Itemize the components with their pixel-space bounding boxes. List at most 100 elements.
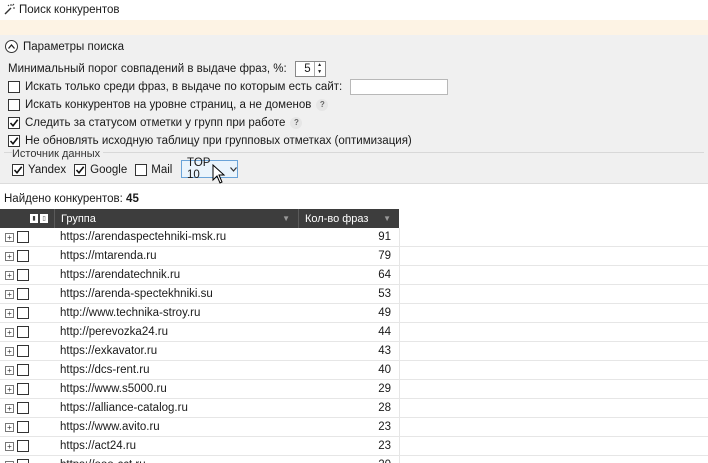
row-checkbox[interactable] — [17, 326, 29, 338]
chevron-down-icon[interactable] — [230, 163, 237, 175]
table-row[interactable]: + https://alliance-catalog.ru 28 — [0, 398, 708, 418]
column-group[interactable]: Группа ▼ — [54, 209, 298, 228]
row-controls: + — [0, 440, 54, 452]
row-url: https://arendaspectehniki-msk.ru — [60, 231, 227, 243]
row-count: 23 — [378, 421, 391, 433]
table-row[interactable]: +https://ooo-cct.ru20 — [0, 455, 708, 463]
row-checkbox[interactable] — [17, 288, 29, 300]
expand-icon[interactable]: + — [5, 308, 14, 318]
table-row[interactable]: + https://arendatechnik.ru 64 — [0, 265, 708, 285]
row-checkbox[interactable] — [17, 383, 29, 395]
window-title: Поиск конкурентов — [19, 4, 120, 16]
min-threshold-label: Минимальный порог совпадений в выдаче фр… — [8, 62, 287, 75]
row-controls: + — [0, 326, 54, 338]
collapse-all-icon[interactable]: ▯ — [40, 214, 48, 223]
mail-checkbox[interactable] — [135, 163, 148, 176]
expand-icon[interactable]: + — [5, 384, 14, 394]
source-option-mail[interactable]: Mail — [135, 163, 172, 176]
search-params-panel: Параметры поиска Минимальный порог совпа… — [0, 35, 708, 184]
row-empty-area — [399, 284, 708, 304]
table-row[interactable]: + https://act24.ru 23 — [0, 436, 708, 456]
help-icon[interactable]: ? — [290, 116, 303, 129]
row-url: https://exkavator.ru — [60, 345, 158, 357]
row-url: https://alliance-catalog.ru — [60, 402, 188, 414]
table-row[interactable]: + https://arendaspectehniki-msk.ru 91 — [0, 227, 708, 247]
help-icon[interactable]: ? — [316, 98, 329, 111]
row-checkbox[interactable] — [17, 421, 29, 433]
expand-icon[interactable]: + — [5, 232, 14, 242]
row-checkbox[interactable] — [17, 307, 29, 319]
table-row[interactable]: + http://perevozka24.ru 44 — [0, 322, 708, 342]
stepper-down-icon[interactable]: ▼ — [315, 69, 325, 76]
expand-icon[interactable]: + — [5, 270, 14, 280]
row-url: https://www.avito.ru — [60, 421, 160, 433]
row-checkbox[interactable] — [17, 231, 29, 243]
min-threshold-row: Минимальный порог совпадений в выдаче фр… — [8, 60, 326, 77]
header-toggle-icons[interactable]: ▮ ▯ — [0, 214, 54, 223]
table-row[interactable]: + https://www.avito.ru 23 — [0, 417, 708, 437]
row-controls: + — [0, 269, 54, 281]
column-group-label: Группа — [61, 212, 96, 225]
min-threshold-value[interactable]: 5 — [296, 63, 314, 75]
header-empty-area — [399, 209, 708, 228]
row-checkbox[interactable] — [17, 440, 29, 452]
stepper-up-icon[interactable]: ▲ — [315, 62, 325, 69]
row-empty-area — [399, 398, 708, 418]
collapse-icon[interactable] — [5, 40, 18, 53]
filter-icon[interactable]: ▼ — [282, 214, 290, 223]
row-checkbox[interactable] — [17, 345, 29, 357]
row-url: http://www.technika-stroy.ru — [60, 307, 201, 319]
site-input[interactable] — [350, 78, 449, 95]
expand-icon[interactable]: + — [5, 289, 14, 299]
expand-icon[interactable]: + — [5, 327, 14, 337]
min-threshold-stepper[interactable]: 5 ▲ ▼ — [294, 60, 326, 77]
found-count: Найдено конкурентов: 45 — [4, 193, 139, 205]
expand-icon[interactable]: + — [5, 251, 14, 261]
expand-all-icon[interactable]: ▮ — [30, 214, 38, 223]
column-count[interactable]: Кол-во фраз ▼ — [298, 209, 399, 228]
track-status-checkbox[interactable] — [8, 116, 20, 129]
table-row[interactable]: + http://www.technika-stroy.ru 49 — [0, 303, 708, 323]
table-row[interactable]: + https://exkavator.ru 43 — [0, 341, 708, 361]
table-row[interactable]: + https://arenda-spectekhniki.su 53 — [0, 284, 708, 304]
row-count: 40 — [378, 364, 391, 376]
row-checkbox[interactable] — [17, 459, 29, 463]
source-option-yandex[interactable]: Yandex — [12, 163, 66, 176]
top-select[interactable]: TOP 10 — [181, 157, 238, 181]
yandex-checkbox[interactable] — [12, 163, 24, 176]
row-count: 64 — [378, 269, 391, 281]
page-level-checkbox[interactable] — [8, 98, 20, 111]
table-row[interactable]: + https://www.s5000.ru 29 — [0, 379, 708, 399]
magic-wand-icon — [3, 3, 15, 18]
table-row[interactable]: + https://mtarenda.ru 79 — [0, 246, 708, 266]
source-option-google[interactable]: Google — [74, 163, 127, 176]
row-checkbox[interactable] — [17, 269, 29, 281]
row-checkbox[interactable] — [17, 250, 29, 262]
row-count: 53 — [378, 288, 391, 300]
expand-icon[interactable]: + — [5, 441, 14, 451]
notice-strip — [0, 20, 708, 35]
no-update-row: Не обновлять исходную таблицу при группо… — [8, 132, 412, 149]
row-empty-area — [399, 417, 708, 437]
row-checkbox[interactable] — [17, 402, 29, 414]
track-status-row: Следить за статусом отметки у групп при … — [8, 114, 303, 131]
expand-icon[interactable]: + — [5, 422, 14, 432]
row-count: 79 — [378, 250, 391, 262]
grid-header: ▮ ▯ Группа ▼ Кол-во фраз ▼ — [0, 209, 708, 228]
row-empty-area — [399, 246, 708, 266]
row-url: https://www.s5000.ru — [60, 383, 167, 395]
expand-icon[interactable]: + — [5, 346, 14, 356]
row-controls: + — [0, 288, 54, 300]
row-checkbox[interactable] — [17, 364, 29, 376]
google-checkbox[interactable] — [74, 163, 87, 176]
filter-icon[interactable]: ▼ — [383, 214, 391, 223]
only-site-checkbox[interactable] — [8, 80, 20, 93]
table-row[interactable]: + https://dcs-rent.ru 40 — [0, 360, 708, 380]
params-header-label: Параметры поиска — [23, 40, 124, 53]
expand-icon[interactable]: + — [5, 365, 14, 375]
grid-body: + https://arendaspectehniki-msk.ru 91 + http… — [0, 227, 708, 463]
no-update-checkbox[interactable] — [8, 134, 20, 147]
params-header[interactable]: Параметры поиска — [5, 40, 124, 53]
expand-icon[interactable]: + — [5, 403, 14, 413]
row-controls: + — [0, 345, 54, 357]
